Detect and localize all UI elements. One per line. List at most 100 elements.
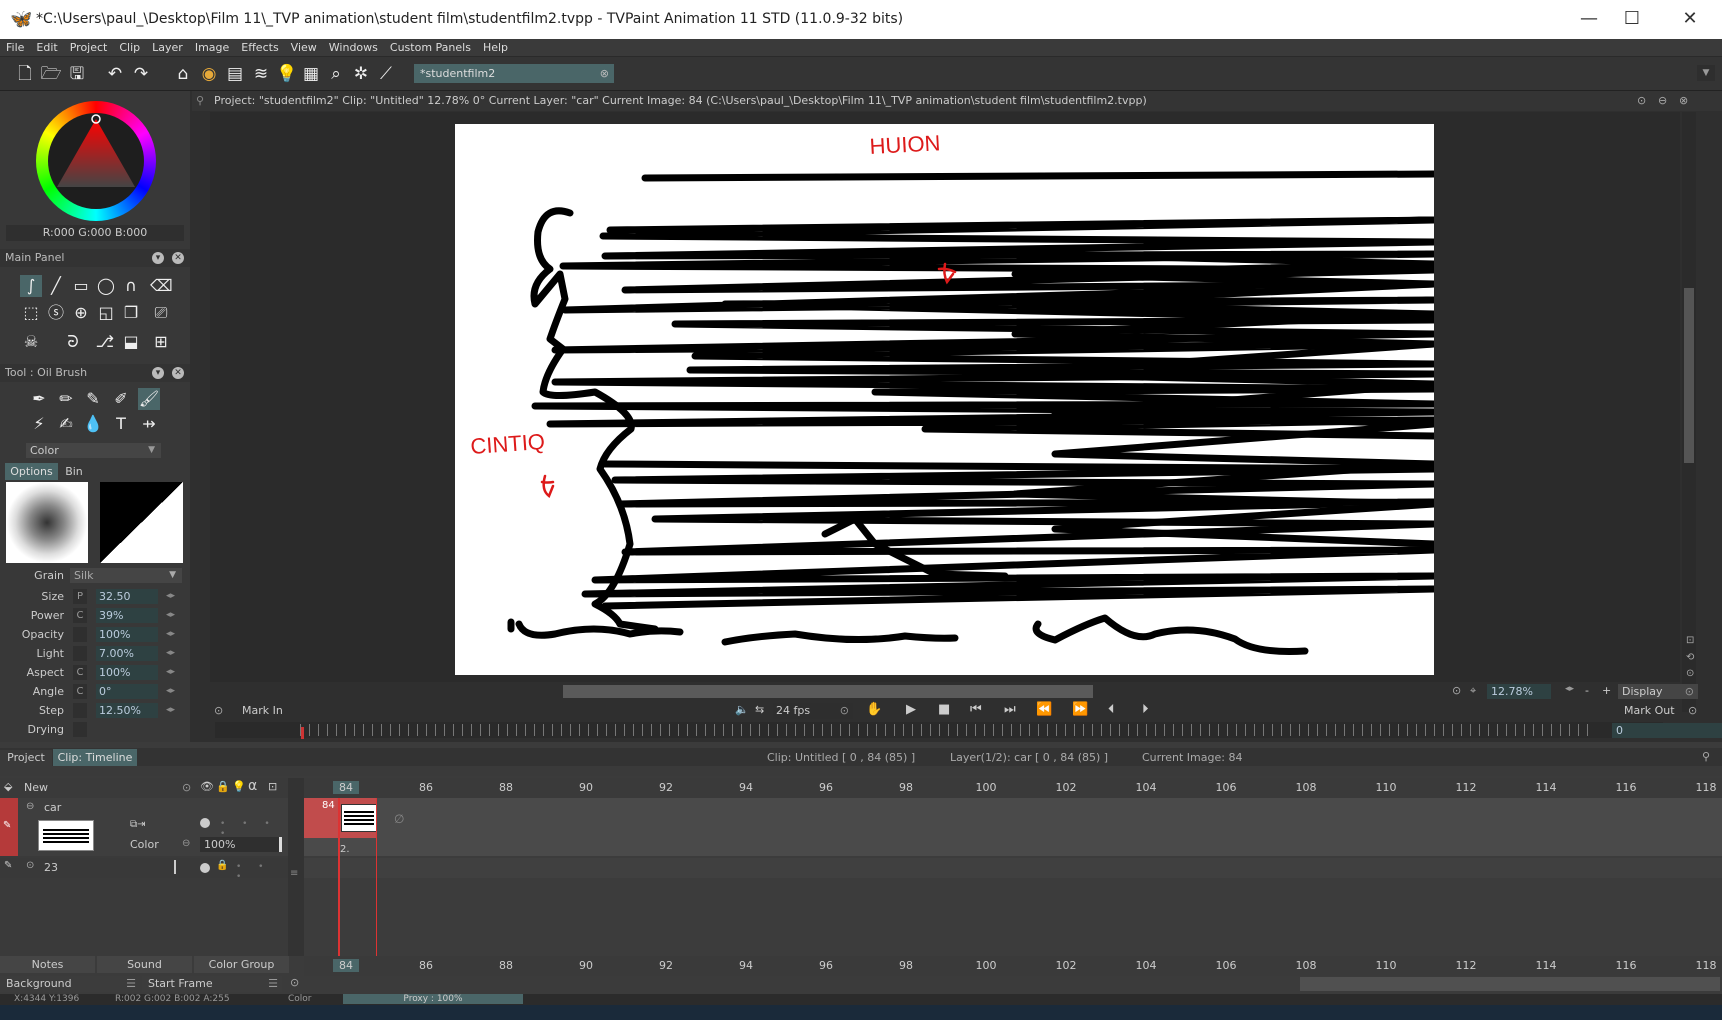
display-select[interactable]: Display ⊙: [1618, 684, 1698, 699]
pin-icon[interactable]: ⚲: [196, 91, 204, 111]
opacity-value-field[interactable]: 100%: [96, 627, 158, 642]
power-arrows-icon[interactable]: ◂▸: [166, 610, 175, 620]
next-frame-button[interactable]: ⏵: [1142, 702, 1149, 717]
new-layer-icon[interactable]: ⬙: [4, 780, 12, 793]
zoom-reset-icon[interactable]: ⊙: [1452, 684, 1461, 697]
water-brush-icon[interactable]: 💧: [82, 413, 104, 435]
mark-in-icon[interactable]: ⊙: [214, 704, 223, 717]
step-mode-button[interactable]: [73, 703, 87, 718]
viewer-close-icon[interactable]: ⊗: [1679, 91, 1688, 111]
opacity-mode-button[interactable]: [73, 627, 87, 642]
tab-project[interactable]: Project: [0, 750, 52, 766]
special-brush-icon[interactable]: ⇸: [138, 413, 160, 435]
menu-effects[interactable]: Effects: [235, 39, 284, 57]
close-button[interactable]: ✕: [1668, 6, 1712, 32]
magic-wand-icon[interactable]: ⊕: [70, 302, 92, 324]
menu-help[interactable]: Help: [477, 39, 514, 57]
exposure-icon[interactable]: ▦: [300, 63, 322, 85]
empty-cel-icon[interactable]: ∅: [394, 812, 404, 826]
viewer-reset-icon[interactable]: ⊙: [1686, 668, 1694, 679]
angle-mode-button[interactable]: C: [73, 684, 87, 699]
menu-project[interactable]: Project: [64, 39, 114, 57]
tool-panel-menu-icon[interactable]: ▾: [152, 367, 164, 379]
ellipse-tool-icon[interactable]: ◯: [95, 275, 117, 297]
menu-file[interactable]: File: [0, 39, 30, 57]
timeline-ruler-bottom[interactable]: 84 86 88 90 92 94 96 98 100 102 104 106 108 110 112 114…: [304, 956, 1722, 976]
mark-in-label[interactable]: Mark In: [242, 704, 283, 717]
track-23[interactable]: [304, 858, 1722, 878]
power-value-field[interactable]: 39%: [96, 608, 158, 623]
zoom-level-field[interactable]: 12.78%: [1487, 684, 1551, 699]
selection-lock-icon[interactable]: ⊡: [268, 780, 277, 793]
layer-visible-dot[interactable]: [200, 818, 210, 828]
skull-tool-icon[interactable]: ☠: [20, 331, 42, 353]
visibility-eye-icon[interactable]: 👁: [200, 780, 214, 793]
viewer-side-tools-icon[interactable]: ⊡: [1686, 635, 1694, 646]
step-arrows-icon[interactable]: ◂▸: [166, 705, 175, 715]
viewer-menu-chevron-down-icon[interactable]: ⊙: [1637, 91, 1646, 111]
layers-icon[interactable]: ≋: [250, 63, 272, 85]
step-value-field[interactable]: 12.50%: [96, 703, 158, 718]
paper-icon[interactable]: ▤: [224, 63, 246, 85]
playhead-end[interactable]: [376, 798, 377, 956]
grain-select[interactable]: Silk ▼: [70, 568, 182, 583]
timeline-pin-icon[interactable]: ⚲: [1702, 750, 1710, 763]
hand-scrub-icon[interactable]: ✋: [866, 702, 882, 717]
aspect-mode-button[interactable]: C: [73, 665, 87, 680]
layer-23-lock-icon[interactable]: 🔒: [216, 860, 228, 871]
brush-profile-curve[interactable]: [100, 482, 183, 563]
color-wheel[interactable]: [36, 101, 156, 221]
selection-tool-icon[interactable]: ⬚: [20, 302, 42, 324]
viewer-vscroll-thumb[interactable]: [1684, 288, 1694, 463]
new-layer-chevron-down-icon[interactable]: ⊙: [182, 781, 191, 794]
minimize-button[interactable]: —: [1567, 6, 1611, 32]
frame-slider-marker[interactable]: [301, 727, 304, 739]
airbrush-icon[interactable]: ⚡: [28, 413, 50, 435]
pen-brush-icon[interactable]: ✒: [28, 388, 50, 410]
alpha-lock-icon[interactable]: α: [248, 778, 257, 794]
spline-tool-icon[interactable]: ∩: [120, 275, 142, 297]
timeline-divider-grip-icon[interactable]: ≡: [290, 868, 298, 879]
layer-row-23[interactable]: ✎ ⊙ 23 🔒 • • •: [0, 858, 288, 882]
viewer-minimize-icon[interactable]: ⊖: [1658, 91, 1667, 111]
marker-brush-icon[interactable]: ✎: [82, 388, 104, 410]
previous-frame-button[interactable]: ⏴: [1108, 702, 1115, 717]
zoom-out-button[interactable]: -: [1585, 684, 1589, 697]
fps-select[interactable]: 24 fps ⊙: [773, 703, 853, 719]
menu-image[interactable]: Image: [189, 39, 235, 57]
menu-view[interactable]: View: [285, 39, 323, 57]
layer-23-opacity-handle[interactable]: [174, 860, 176, 874]
menu-windows[interactable]: Windows: [323, 39, 384, 57]
mark-out-icon[interactable]: ⊙: [1688, 704, 1697, 717]
tab-options[interactable]: Options: [5, 463, 58, 480]
end-frame-field[interactable]: 0: [1612, 723, 1722, 738]
undo-icon[interactable]: ↶: [104, 63, 126, 85]
toolbar-menu-chevron-down-icon[interactable]: ▼: [1697, 65, 1715, 81]
timeline-track-area[interactable]: 84 2. ∅: [304, 798, 1722, 956]
layer-row-car[interactable]: ✎ ⊖ car ⧉⇥ • • • • Color ⊖ 100%: [0, 798, 288, 856]
layer-blend-mode[interactable]: Color: [130, 838, 159, 851]
aspect-value-field[interactable]: 100%: [96, 665, 158, 680]
viewer-vertical-scrollbar[interactable]: [1682, 112, 1696, 712]
layer-blend-minus-icon[interactable]: ⊖: [182, 838, 190, 849]
clone-tool-icon[interactable]: ❐: [120, 302, 142, 324]
oil-brush-icon[interactable]: 🖌: [138, 388, 160, 410]
drying-mode-button[interactable]: [73, 722, 87, 737]
rectangle-tool-icon[interactable]: ▭: [70, 275, 92, 297]
smudge-brush-icon[interactable]: ✍: [55, 413, 77, 435]
tab-bin[interactable]: Bin: [60, 463, 88, 480]
playhead-start[interactable]: [338, 798, 340, 956]
grid-tool-icon[interactable]: ⊞: [150, 331, 172, 353]
go-to-end-button[interactable]: ⏭: [1004, 702, 1016, 717]
layer-toggle-dots[interactable]: • • • •: [220, 819, 288, 839]
light-table-toggle-icon[interactable]: 💡: [232, 780, 246, 793]
menu-custom-panels[interactable]: Custom Panels: [384, 39, 477, 57]
background-field[interactable]: Background ☰: [0, 976, 140, 992]
layer-23-visible-dot[interactable]: [200, 863, 210, 873]
zoom-arrows-icon[interactable]: ◂▸: [1565, 684, 1574, 694]
layer-23-toggle-dots[interactable]: • • •: [236, 862, 288, 882]
light-mode-button[interactable]: [73, 646, 87, 661]
freehand-tool-icon[interactable]: ∫: [20, 275, 42, 297]
color-triangle[interactable]: [36, 101, 156, 221]
layer-23-name[interactable]: 23: [44, 861, 58, 874]
